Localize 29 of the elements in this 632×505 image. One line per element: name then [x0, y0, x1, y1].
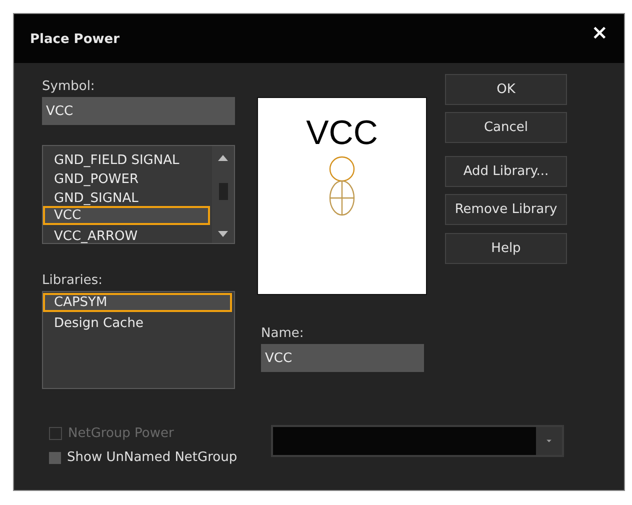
list-item[interactable]: VCC_ARROW — [43, 225, 212, 244]
netgroup-dropdown[interactable] — [271, 425, 564, 457]
dialog-button[interactable]: Cancel — [445, 112, 567, 143]
list-item[interactable]: GND_FIELD SIGNAL — [43, 149, 212, 168]
scroll-thumb[interactable] — [218, 182, 228, 200]
list-item[interactable]: CAPSYM — [43, 293, 232, 312]
field-label: Name: — [261, 325, 305, 343]
field-label: Symbol: — [42, 78, 96, 96]
checkbox-label: Show UnNamed NetGroup — [67, 450, 238, 465]
list-item[interactable]: GND_POWER — [43, 168, 212, 187]
checkbox-label: NetGroup Power — [68, 426, 174, 441]
close-button[interactable]: × — [587, 20, 612, 44]
scrollbar[interactable] — [212, 146, 234, 243]
dialog-button[interactable]: Remove Library — [445, 194, 567, 225]
list-item[interactable]: GND_SIGNAL — [43, 187, 212, 206]
dialog-button[interactable]: Add Library... — [445, 156, 567, 187]
power-symbol-drawing — [328, 156, 356, 218]
scroll-down-icon[interactable] — [217, 230, 229, 238]
list-item[interactable]: Design Cache — [43, 312, 234, 331]
scroll-up-icon[interactable] — [217, 154, 229, 162]
list-item[interactable]: VCC — [43, 206, 210, 225]
dialog-button[interactable]: OK — [445, 74, 567, 105]
window-title: Place Power — [30, 32, 120, 47]
preview-text: VCC — [306, 116, 378, 150]
name-field[interactable]: VCC — [261, 344, 424, 372]
field-label: Libraries: — [42, 272, 104, 290]
checkbox[interactable] — [49, 452, 61, 464]
symbol-field[interactable]: VCC — [42, 97, 235, 125]
dialog-button[interactable]: Help — [445, 233, 567, 264]
